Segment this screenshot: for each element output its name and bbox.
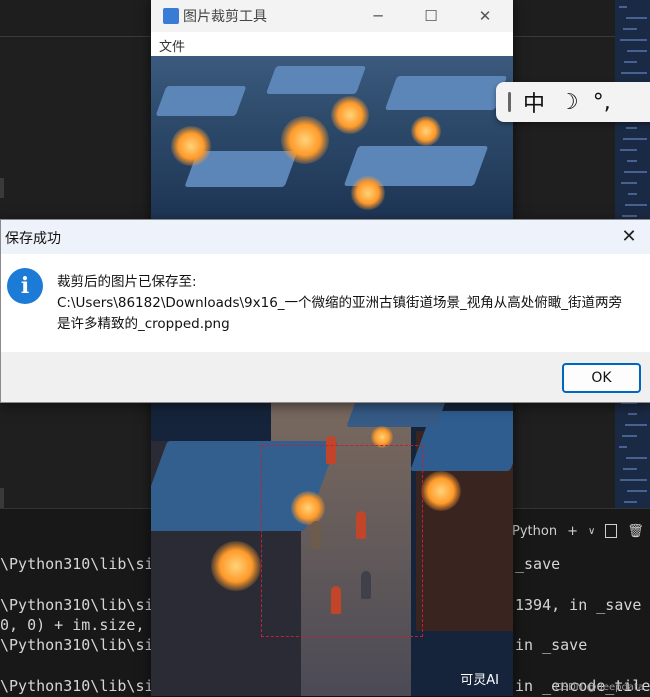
minimap-line [625,424,647,426]
save-success-dialog: 保存成功 ✕ i 裁剪后的图片已保存至: C:\Users\86182\Down… [0,219,650,403]
minimap-line [621,72,647,74]
crop-rectangle[interactable] [261,445,423,637]
minimap-line [624,501,637,503]
ime-language-toggle[interactable]: 中 [523,86,545,118]
minimap-line [624,61,637,63]
minimap-line [627,160,637,162]
window-title: 图片裁剪工具 [183,9,267,25]
terminal-shell-label[interactable]: Python [512,524,557,539]
message-line: 是许多精致的_cropped.png [57,316,230,332]
image-canvas[interactable]: 可灵AI [151,401,513,696]
app-icon [163,8,179,24]
minimap-line [623,28,637,30]
terminal-line: \Python310\lib\si [0,555,154,573]
minimap-line [622,215,637,217]
terminal-line: \Python310\lib\si [0,677,154,695]
minimap-line [626,17,647,19]
minimap-line [622,435,637,437]
trash-icon[interactable]: 🗑 [627,524,644,539]
minimap-line [624,171,647,173]
dialog-body: i 裁剪后的图片已保存至: C:\Users\86182\Downloads\9… [1,254,650,352]
minimap-line [619,6,627,8]
split-terminal-icon[interactable] [605,524,618,538]
window-titlebar[interactable]: 图片裁剪工具 ─ ☐ ✕ [151,0,513,32]
ime-toolbar: 中 ☽ °, [496,82,650,122]
ok-button[interactable]: OK [562,363,641,393]
minimap-line [619,446,627,448]
ime-drag-handle[interactable] [508,92,511,112]
dialog-titlebar[interactable]: 保存成功 ✕ [1,220,650,254]
minimap-line [620,479,647,481]
message-line: 裁剪后的图片已保存至: [57,274,197,290]
punctuation-toggle[interactable]: °, [593,90,611,115]
minimap-line [623,138,647,140]
minimap-line [623,468,637,470]
chevron-down-icon[interactable]: ∨ [588,526,595,537]
minimap-line [620,149,637,151]
menu-file[interactable]: 文件 [159,36,185,55]
add-terminal-icon[interactable]: + [567,524,578,539]
minimap-line [625,204,647,206]
credit-watermark: CSDN @deepdata [554,682,644,693]
terminal-toolbar: Python + ∨ 🗑 [512,520,644,542]
info-icon: i [7,268,43,304]
terminal-line: _save [515,555,561,573]
terminal-line: \Python310\lib\si [0,636,154,654]
minimap-line [621,182,637,184]
dialog-title: 保存成功 [5,231,61,247]
terminal-line: 1394, in _save [515,596,642,614]
minimap-line [626,457,647,459]
maximize-button[interactable]: ☐ [408,0,454,32]
menu-bar: 文件 [151,32,513,56]
gutter-marker [0,488,4,508]
minimap-line [627,50,647,52]
image-canvas[interactable] [151,56,513,219]
terminal-line: in _save [515,636,588,654]
message-line: C:\Users\86182\Downloads\9x16_一个微缩的亚洲古镇街… [57,295,623,311]
minimize-button[interactable]: ─ [355,0,401,32]
close-button[interactable]: ✕ [462,0,508,32]
terminal-line: 0, 0) + im.size, [0,616,145,634]
dialog-message: 裁剪后的图片已保存至: C:\Users\86182\Downloads\9x1… [57,272,647,335]
kling-ai-watermark: 可灵AI [460,673,499,688]
moon-icon[interactable]: ☽ [559,90,579,115]
gutter-marker [0,178,4,198]
minimap-line [628,413,637,415]
minimap-line [626,127,637,129]
minimap-line [628,193,637,195]
dialog-close-button[interactable]: ✕ [617,225,641,249]
minimap-line [620,39,647,41]
terminal-line: \Python310\lib\si [0,596,154,614]
minimap-line [627,490,647,492]
